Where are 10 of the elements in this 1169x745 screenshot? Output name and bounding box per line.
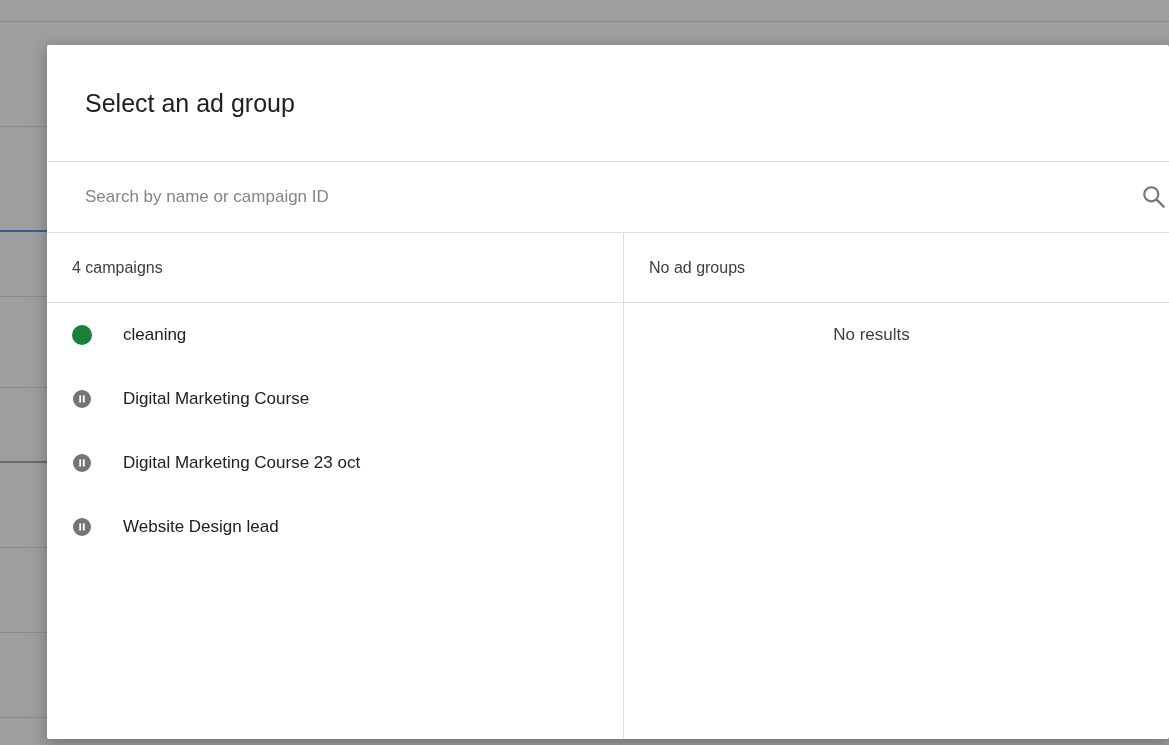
campaign-item[interactable]: Digital Marketing Course 23 oct — [47, 431, 623, 495]
campaign-item[interactable]: cleaning — [47, 303, 623, 367]
column-header: 4 campaigns — [72, 258, 163, 277]
campaign-item[interactable]: Digital Marketing Course — [47, 367, 623, 431]
search-icon[interactable] — [1141, 184, 1167, 210]
dialog-title: Select an ad group — [85, 88, 295, 118]
campaign-item[interactable]: Website Design lead — [47, 495, 623, 559]
column-header: No ad groups — [649, 258, 746, 277]
search-field[interactable]: Search by name or campaign ID — [85, 183, 1131, 211]
empty-message: No results — [833, 325, 910, 345]
